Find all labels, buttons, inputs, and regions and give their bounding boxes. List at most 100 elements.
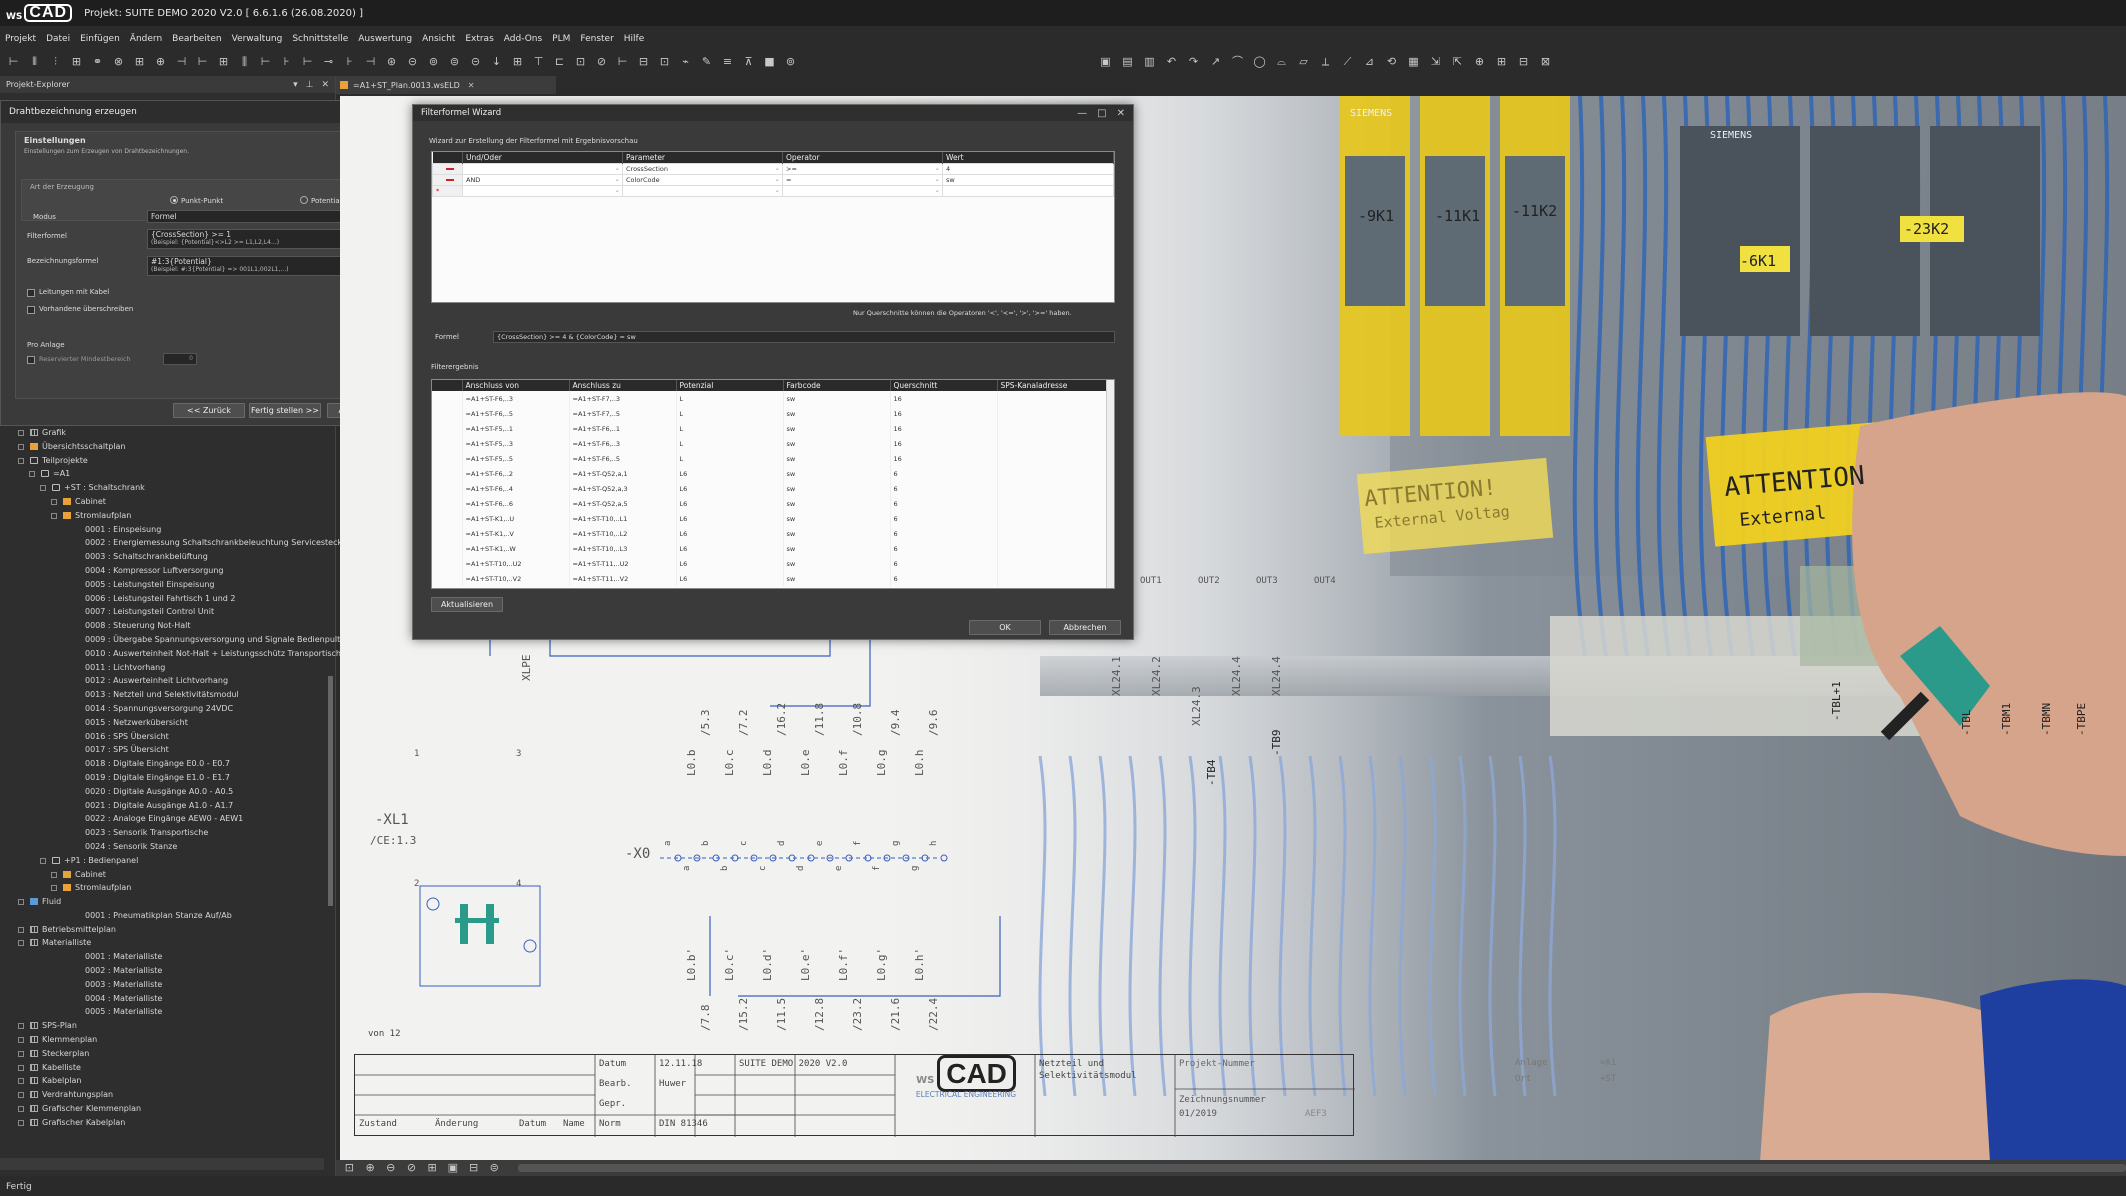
delete-row-icon[interactable] [446,167,454,170]
signal-icon[interactable]: ⌁ [678,55,693,69]
condition-row[interactable]: ⌄ CrossSection ⌄ >= ⌄ 4 [432,162,1114,175]
wire-icon[interactable]: ⊢ [258,55,273,69]
menu-item-6[interactable]: Schnittstelle [287,34,353,44]
drawing-tool-icon[interactable]: ⌒ [1230,55,1245,69]
tree-item[interactable]: Grafik [0,426,330,440]
result-row[interactable]: =A1+ST-K1,..V =A1+ST-T10,..L2 L6 sw 6 [432,526,1114,541]
drawing-tool-icon[interactable]: ⊿ [1362,55,1377,69]
tree-item[interactable]: 0003 : Materialliste [0,978,330,992]
symbol-icon[interactable]: ⊛ [384,55,399,69]
cross-icon[interactable]: ⊗ [111,55,126,69]
tree-item[interactable]: Stromlaufplan [0,509,330,523]
tree-item[interactable]: 0005 : Materialliste [0,1005,330,1019]
cable-checkbox[interactable] [27,289,35,297]
tree-item[interactable]: 0023 : Sensorik Transportische [0,826,330,840]
tree-item[interactable]: 0009 : Übergabe Spannungsversorgung und … [0,633,340,647]
chevron-down-icon[interactable]: ⌄ [935,186,940,194]
tree-item[interactable]: 0008 : Steuerung Not-Halt [0,619,330,633]
menu-icon[interactable]: ≡ [720,55,735,69]
condition-cell-param[interactable]: ⌄ [622,184,783,197]
condition-cell-op[interactable]: = ⌄ [782,173,943,186]
reserve-input[interactable]: 0 [163,353,197,365]
tree-item[interactable]: +ST : Schaltschrank [0,481,330,495]
zoom-tool-icon[interactable]: ⊘ [404,1161,419,1175]
result-row[interactable]: =A1+ST-F5,..3 =A1+ST-F6,..3 Lsw 16 [432,436,1114,451]
pen-icon[interactable]: ✎ [699,55,714,69]
menu-item-3[interactable]: Ändern [125,34,167,44]
drawing-tool-icon[interactable]: ▦ [1406,55,1421,69]
chevron-down-icon[interactable]: ⌄ [935,175,940,183]
tree-item[interactable]: 0013 : Netzteil und Selektivitätsmodul [0,688,330,702]
result-col-header[interactable]: Anschluss von [462,380,570,391]
menu-item-5[interactable]: Verwaltung [227,34,288,44]
delete-row-icon[interactable] [446,178,454,181]
marker-icon[interactable]: ⊢ [615,55,630,69]
expand-toggle-icon[interactable] [40,485,46,492]
overwrite-checkbox[interactable] [27,306,35,314]
bend-icon[interactable]: ⊦ [279,55,294,69]
result-row[interactable]: =A1+ST-F6,..4 =A1+ST-Q52,a,3 L6 sw 6 [432,481,1114,496]
zoom-tool-icon[interactable]: ⊟ [466,1161,481,1175]
drawing-tool-icon[interactable]: ◯ [1252,55,1267,69]
menu-item-9[interactable]: Extras [460,34,498,44]
tree-item[interactable]: 0005 : Leistungsteil Einspeisung [0,578,330,592]
condition-cell-param[interactable]: CrossSection ⌄ [622,162,783,175]
radio-point-to-point[interactable]: Punkt-Punkt [170,196,223,205]
result-row[interactable]: =A1+ST-F6,..5 =A1+ST-F7,..5 Lsw 16 [432,406,1114,421]
chevron-down-icon[interactable]: ⌄ [775,164,780,172]
menu-item-10[interactable]: Add-Ons [499,34,547,44]
tree-item[interactable]: Verdrahtungsplan [0,1088,330,1102]
list-icon[interactable]: ⊟ [636,55,651,69]
tee-icon[interactable]: ⊤ [531,55,546,69]
tap-icon[interactable]: ⊢ [300,55,315,69]
expand-toggle-icon[interactable] [51,871,57,878]
color-icon[interactable]: ■ [762,55,777,69]
tree-item[interactable]: 0016 : SPS Übersicht [0,730,330,744]
expand-toggle-icon[interactable] [18,443,24,450]
condition-row[interactable]: * ⌄ ⌄ ⌄ [432,184,1114,197]
tree-item[interactable]: 0019 : Digitale Eingänge E1.0 - E1.7 [0,771,330,785]
tree-item[interactable]: 0011 : Lichtvorhang [0,661,330,675]
expand-toggle-icon[interactable] [18,940,24,947]
result-row[interactable]: =A1+ST-F6,..6 =A1+ST-Q52,a,5 L6 sw 6 [432,496,1114,511]
tree-item[interactable]: 0021 : Digitale Ausgänge A1.0 - A1.7 [0,799,330,813]
explorer-vertical-scrollbar[interactable] [328,676,333,906]
result-col-header[interactable]: Querschnitt [890,380,998,391]
chevron-down-icon[interactable]: ⌄ [615,175,620,183]
expand-toggle-icon[interactable] [18,1064,24,1071]
branch-right-icon[interactable]: ⊢ [195,55,210,69]
box-icon[interactable]: ⊞ [216,55,231,69]
expand-toggle-icon[interactable] [18,1050,24,1057]
modus-select[interactable]: Formel▾ [147,210,371,223]
result-col-header[interactable]: Farbcode [783,380,891,391]
cancel-button[interactable]: Abbrechen [1049,620,1121,635]
tree-item[interactable]: 0007 : Leistungsteil Control Unit [0,605,330,619]
expand-toggle-icon[interactable] [18,457,24,464]
tree-item[interactable]: Materialliste [0,936,330,950]
zoom-tool-icon[interactable]: ⊜ [487,1161,502,1175]
condition-cell-value[interactable]: sw [942,173,1114,186]
expand-toggle-icon[interactable] [18,926,24,933]
filter-formula-field[interactable]: {CrossSection} >= 1 (Beispiel: {Potential… [147,229,359,249]
radio-potential[interactable]: Potential [300,196,342,205]
drawing-tool-icon[interactable]: ↶ [1164,55,1179,69]
drawing-tool-icon[interactable]: ⟲ [1384,55,1399,69]
grid-icon[interactable]: ⊞ [132,55,147,69]
tree-item[interactable]: Cabinet [0,868,330,882]
close-icon[interactable]: ✕ [1117,108,1125,119]
tree-item[interactable]: 0002 : Materialliste [0,964,330,978]
tree-item[interactable]: Klemmenplan [0,1033,330,1047]
tree-item[interactable]: 0001 : Pneumatikplan Stanze Auf/Ab [0,909,330,923]
expand-toggle-icon[interactable] [40,857,46,864]
tree-item[interactable]: 0001 : Einspeisung [0,523,330,537]
tree-item[interactable]: Grafischer Klemmenplan [0,1102,330,1116]
condition-cell-op[interactable]: ⌄ [782,184,943,197]
close-icon[interactable]: ✕ [468,81,475,90]
menu-item-11[interactable]: PLM [547,34,575,44]
terminal-icon[interactable]: ⫶ [48,55,63,69]
menu-item-1[interactable]: Datei [41,34,75,44]
tree-item[interactable]: 0012 : Auswerteinheit Lichtvorhang [0,674,330,688]
chevron-down-icon[interactable]: ⌄ [615,164,620,172]
expand-toggle-icon[interactable] [18,1106,24,1113]
break-icon[interactable]: ⊦ [342,55,357,69]
